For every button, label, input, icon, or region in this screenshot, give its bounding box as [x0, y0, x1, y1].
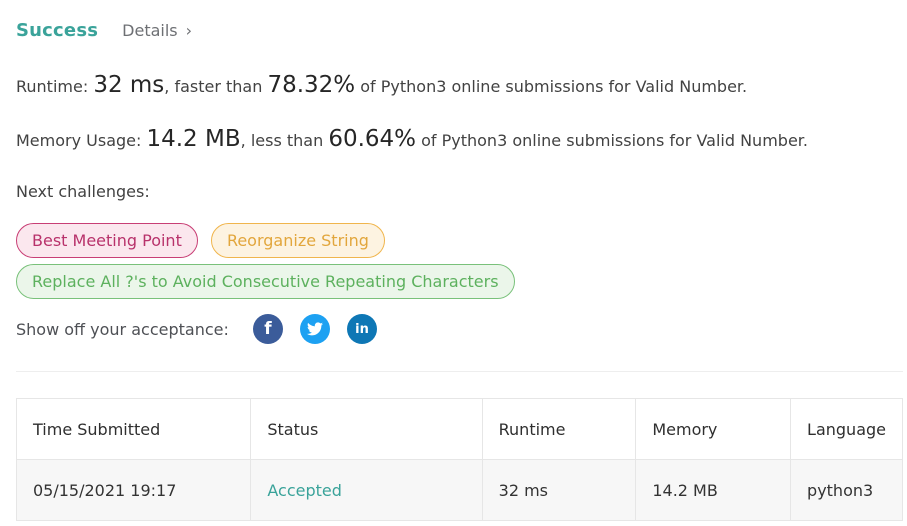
linkedin-icon[interactable]: in [347, 314, 377, 344]
column-header-runtime[interactable]: Runtime [481, 398, 637, 460]
details-label: Details [122, 21, 178, 40]
memory-percent: 60.64% [328, 126, 417, 152]
memory-middle-text: , less than [240, 131, 329, 150]
twitter-bird-icon [307, 322, 323, 336]
column-header-language[interactable]: Language [790, 398, 903, 460]
runtime-percent: 78.32% [267, 72, 356, 98]
submissions-table: Time Submitted Status Runtime Memory Lan… [15, 398, 903, 521]
cell-time-submitted: 05/15/2021 19:17 [15, 459, 252, 521]
details-link[interactable]: Details › [122, 21, 192, 40]
cell-language: python3 [790, 459, 903, 521]
section-divider [16, 371, 903, 372]
runtime-value: 32 ms [93, 72, 165, 98]
next-challenges-list: Best Meeting Point Reorganize String Rep… [16, 223, 576, 305]
next-challenges-label: Next challenges: [16, 182, 150, 201]
memory-line: Memory Usage: 14.2 MB, less than 60.64% … [16, 126, 808, 152]
cell-runtime: 32 ms [481, 459, 637, 521]
twitter-icon[interactable] [300, 314, 330, 344]
challenge-tag-reorganize-string[interactable]: Reorganize String [210, 223, 385, 258]
memory-label: Memory Usage: [16, 131, 147, 150]
memory-value: 14.2 MB [146, 126, 241, 152]
table-row: 05/15/2021 19:17 Accepted 32 ms 14.2 MB … [15, 459, 903, 521]
runtime-label: Runtime: [16, 77, 94, 96]
facebook-icon[interactable]: f [253, 314, 283, 344]
memory-suffix: of Python3 online submissions for Valid … [416, 131, 808, 150]
column-header-time[interactable]: Time Submitted [15, 398, 252, 460]
table-header-row: Time Submitted Status Runtime Memory Lan… [15, 398, 903, 460]
column-header-memory[interactable]: Memory [635, 398, 792, 460]
status-accepted-link[interactable]: Accepted [267, 481, 342, 500]
chevron-right-icon: › [185, 21, 193, 40]
share-label: Show off your acceptance: [16, 320, 229, 339]
result-header: Success Details › [16, 20, 192, 41]
runtime-line: Runtime: 32 ms, faster than 78.32% of Py… [16, 72, 747, 98]
challenge-tag-best-meeting-point[interactable]: Best Meeting Point [16, 223, 198, 258]
column-header-status[interactable]: Status [250, 398, 483, 460]
runtime-suffix: of Python3 online submissions for Valid … [355, 77, 748, 96]
cell-status: Accepted [250, 459, 483, 521]
status-title: Success [16, 20, 99, 41]
runtime-middle-text: , faster than [164, 77, 268, 96]
cell-memory: 14.2 MB [635, 459, 792, 521]
challenge-tag-replace-all[interactable]: Replace All ?'s to Avoid Consecutive Rep… [16, 264, 515, 299]
